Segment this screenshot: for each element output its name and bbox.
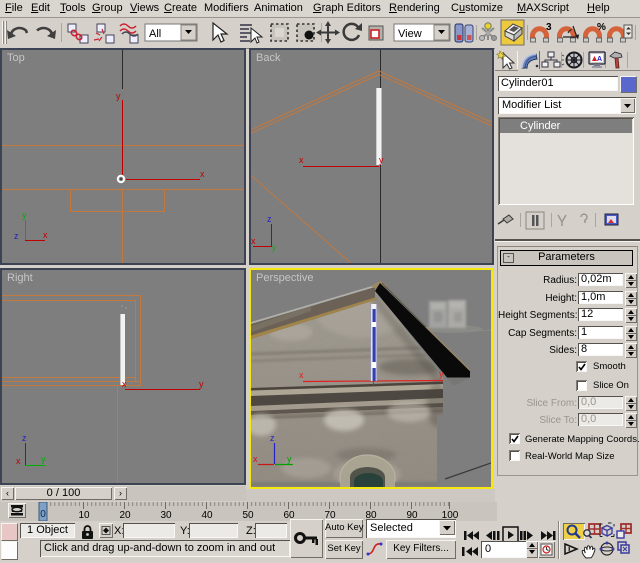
svg-text:40: 40 bbox=[201, 510, 213, 521]
svg-text:All: All bbox=[149, 28, 161, 40]
svg-text:y: y bbox=[272, 243, 276, 252]
svg-text:%: % bbox=[597, 22, 606, 33]
svg-text:x: x bbox=[299, 370, 304, 380]
svg-text:x: x bbox=[200, 169, 205, 179]
svg-text:y: y bbox=[41, 454, 46, 464]
svg-text:y: y bbox=[287, 454, 292, 464]
svg-text:x: x bbox=[299, 155, 304, 165]
svg-text:y: y bbox=[116, 91, 121, 101]
svg-text:x: x bbox=[251, 236, 256, 246]
svg-text:x: x bbox=[122, 379, 127, 389]
svg-text:3: 3 bbox=[546, 22, 552, 33]
svg-text:50: 50 bbox=[242, 510, 254, 521]
svg-text:0: 0 bbox=[40, 509, 46, 520]
svg-text:y: y bbox=[439, 369, 444, 379]
svg-text:x: x bbox=[16, 456, 21, 466]
svg-text:30: 30 bbox=[160, 510, 172, 521]
svg-text:z: z bbox=[270, 433, 275, 443]
svg-text:x: x bbox=[43, 230, 48, 240]
svg-text:View: View bbox=[398, 28, 422, 40]
svg-text:10: 10 bbox=[78, 510, 90, 521]
svg-text:z: z bbox=[267, 214, 272, 224]
svg-text:z: z bbox=[14, 231, 19, 241]
svg-text:y: y bbox=[379, 155, 384, 165]
svg-text:x: x bbox=[253, 454, 258, 464]
svg-text:y: y bbox=[22, 210, 27, 220]
svg-text:z: z bbox=[22, 433, 27, 443]
svg-text:20: 20 bbox=[119, 510, 131, 521]
svg-text:y: y bbox=[199, 379, 204, 389]
svg-text:A: A bbox=[597, 56, 602, 63]
